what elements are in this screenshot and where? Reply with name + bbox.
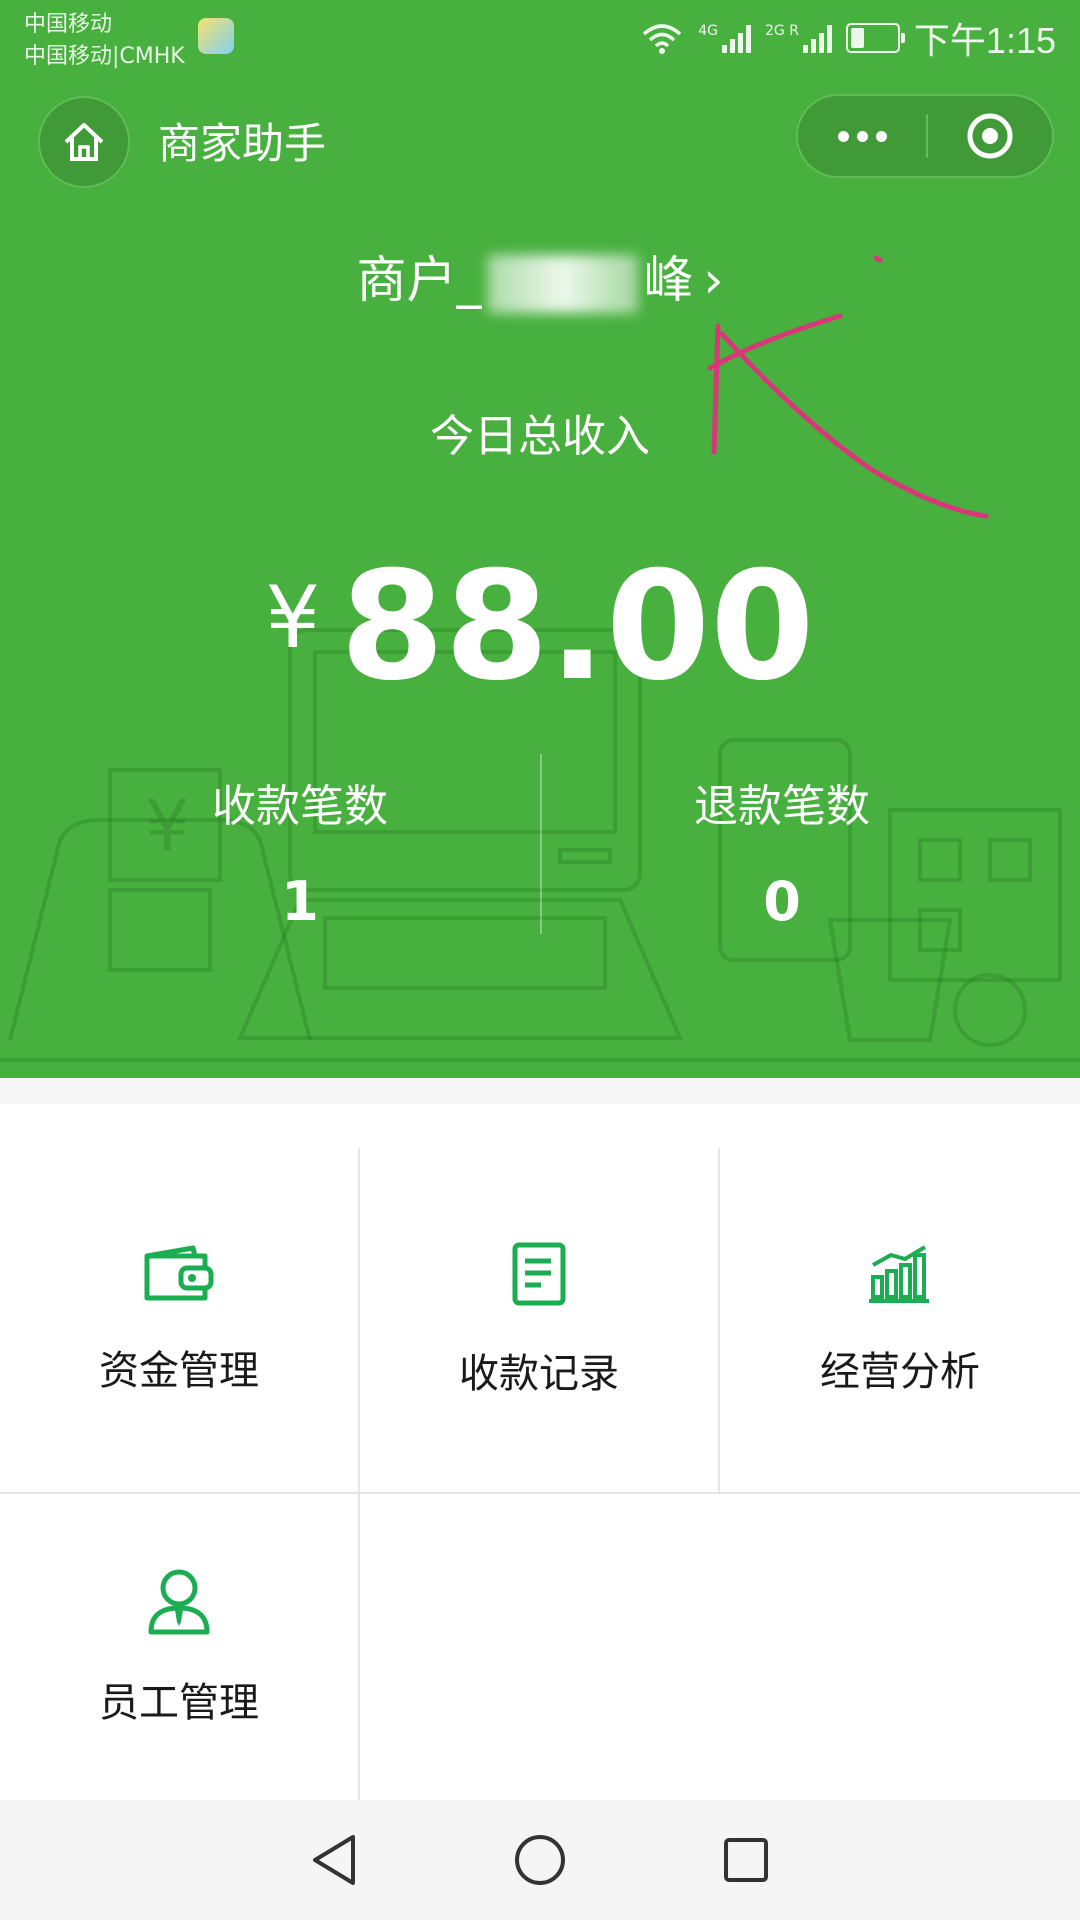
recents-square-icon xyxy=(724,1838,768,1882)
target-close-icon xyxy=(967,113,1013,159)
menu-item-label: 资金管理 xyxy=(99,1348,259,1394)
receipts-stat: 收款笔数 1 xyxy=(30,770,570,933)
income-label: 今日总收入 xyxy=(430,411,650,462)
back-button[interactable] xyxy=(306,1832,362,1888)
chevron-right-icon: › xyxy=(703,251,724,309)
status-bar: 中国移动 中国移动|CMHK 4G 2G R 下午1:15 xyxy=(0,0,1080,80)
page-title: 商家助手 xyxy=(158,119,327,168)
staff-icon xyxy=(148,1569,210,1635)
income-amount: ¥88.00 xyxy=(0,540,1080,714)
signal-bars-icon xyxy=(721,23,751,53)
wallet-icon xyxy=(144,1245,214,1301)
carrier-secondary: 中国移动|CMHK xyxy=(24,44,185,69)
clock: 下午1:15 xyxy=(913,20,1056,61)
home-icon xyxy=(64,123,104,161)
refunds-label: 退款笔数 xyxy=(694,781,870,832)
refunds-count: 0 xyxy=(763,870,801,933)
currency-symbol: ¥ xyxy=(265,568,321,668)
header-panel: ¥ 中国移动 中国移动|CMHK 4G 2G R 下午1:15 商家助手 商户_… xyxy=(0,0,1080,1078)
mini-program-capsule xyxy=(796,94,1054,178)
menu-item-records[interactable]: 收款记录 xyxy=(360,1148,718,1492)
close-button[interactable] xyxy=(928,96,1052,176)
more-button[interactable] xyxy=(798,96,926,176)
menu-item-label: 员工管理 xyxy=(99,1680,259,1726)
receipts-label: 收款笔数 xyxy=(212,781,388,832)
refunds-stat: 退款笔数 0 xyxy=(512,770,1052,933)
receipts-count: 1 xyxy=(281,870,319,933)
amount-value: 88.00 xyxy=(340,540,815,714)
merchant-name-redacted xyxy=(487,254,638,313)
bar-chart-icon xyxy=(869,1245,929,1303)
menu-item-analysis[interactable]: 经营分析 xyxy=(720,1148,1080,1492)
system-home-button[interactable] xyxy=(512,1832,568,1888)
merchant-name-suffix: 峰 xyxy=(643,251,694,309)
document-icon xyxy=(512,1242,566,1306)
menu-item-funds[interactable]: 资金管理 xyxy=(0,1148,358,1492)
menu-item-label: 经营分析 xyxy=(820,1349,980,1395)
carrier-primary: 中国移动 xyxy=(24,12,113,37)
back-triangle-icon xyxy=(313,1835,355,1885)
notification-app-icon xyxy=(198,18,234,54)
menu-grid: 资金管理 收款记录 经营分析 员工管理 xyxy=(0,1104,1080,1800)
signal-bars-icon xyxy=(802,23,832,53)
merchant-selector[interactable]: 商户_ 峰 › xyxy=(0,240,1080,313)
system-navigation-bar xyxy=(0,1800,1080,1920)
home-button[interactable] xyxy=(38,96,130,188)
merchant-prefix: 商户_ xyxy=(356,251,482,309)
signal-2: 2G R xyxy=(765,23,832,53)
recents-button[interactable] xyxy=(718,1832,774,1888)
menu-item-staff[interactable]: 员工管理 xyxy=(0,1494,358,1800)
battery-icon xyxy=(845,23,905,53)
more-dots-icon xyxy=(837,130,849,142)
wifi-icon xyxy=(643,24,682,54)
menu-item-label: 收款记录 xyxy=(459,1351,619,1397)
home-circle-icon xyxy=(515,1835,565,1885)
signal-1: 4G xyxy=(698,23,751,53)
